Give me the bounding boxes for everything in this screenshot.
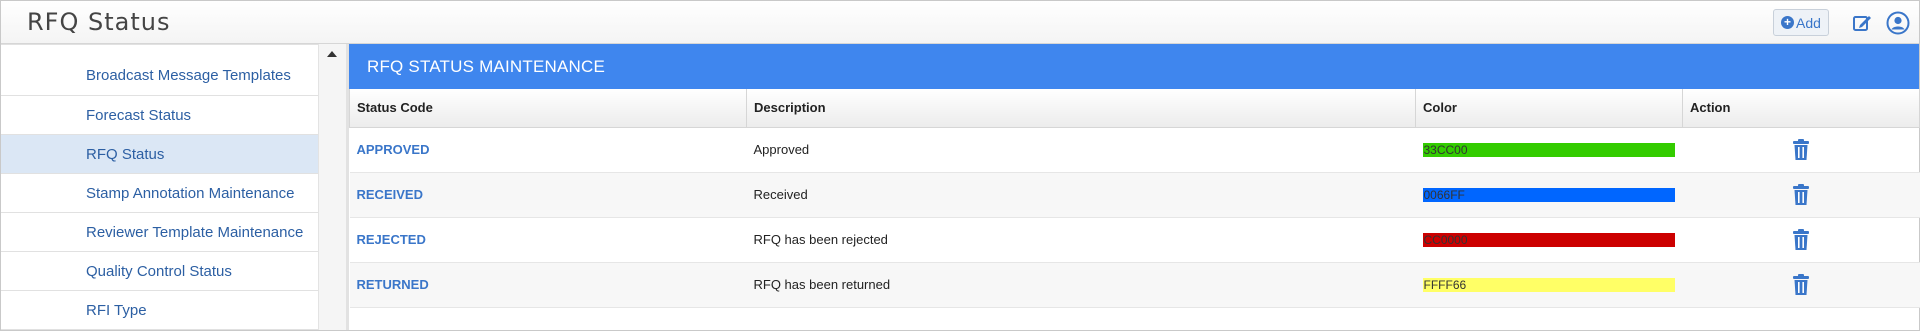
column-header-color[interactable]: Color bbox=[1415, 89, 1683, 128]
trash-icon[interactable] bbox=[1791, 183, 1811, 207]
scroll-up-arrow-icon[interactable] bbox=[327, 51, 337, 57]
table-row: REJECTED RFQ has been rejected CC0000 bbox=[349, 217, 1920, 263]
table-header-row: Status Code Description Color Action bbox=[349, 89, 1920, 128]
description-cell: Approved bbox=[746, 127, 1416, 173]
edit-icon[interactable] bbox=[1851, 12, 1873, 34]
status-code-link[interactable]: RECEIVED bbox=[357, 187, 423, 202]
status-table: Status Code Description Color Action APP… bbox=[349, 89, 1920, 308]
add-button[interactable]: + Add bbox=[1773, 9, 1829, 36]
trash-icon[interactable] bbox=[1791, 273, 1811, 297]
table-row: RETURNED RFQ has been returned FFFF66 bbox=[349, 262, 1920, 308]
sidebar-item-quality-control-status[interactable]: Quality Control Status bbox=[1, 252, 318, 291]
page-title: RFQ Status bbox=[27, 8, 171, 36]
status-code-link[interactable]: APPROVED bbox=[357, 142, 430, 157]
color-swatch[interactable]: 0066FF bbox=[1422, 187, 1675, 202]
sidebar-item-rfq-status[interactable]: RFQ Status bbox=[1, 135, 318, 174]
color-swatch[interactable]: CC0000 bbox=[1422, 232, 1675, 247]
column-header-action: Action bbox=[1682, 89, 1920, 128]
color-swatch[interactable]: 33CC00 bbox=[1422, 142, 1675, 157]
sidebar: Broadcast Message Templates Forecast Sta… bbox=[1, 44, 318, 330]
add-button-label: Add bbox=[1796, 14, 1821, 31]
description-cell: RFQ has been rejected bbox=[746, 217, 1416, 263]
sidebar-item-rfi-type[interactable]: RFI Type bbox=[1, 291, 318, 330]
sidebar-item-reviewer-template-maintenance[interactable]: Reviewer Template Maintenance bbox=[1, 213, 318, 252]
top-bar: RFQ Status + Add bbox=[1, 1, 1919, 44]
color-swatch[interactable]: FFFF66 bbox=[1422, 277, 1675, 292]
panel-title: RFQ STATUS MAINTENANCE bbox=[349, 44, 1919, 89]
trash-icon[interactable] bbox=[1791, 138, 1811, 162]
table-row: APPROVED Approved 33CC00 bbox=[349, 127, 1920, 173]
column-header-description[interactable]: Description bbox=[746, 89, 1416, 128]
description-cell: Received bbox=[746, 172, 1416, 218]
sidebar-item-forecast-status[interactable]: Forecast Status bbox=[1, 96, 318, 135]
sidebar-scrollbar[interactable] bbox=[318, 44, 346, 330]
sidebar-item-stamp-annotation-maintenance[interactable]: Stamp Annotation Maintenance bbox=[1, 174, 318, 213]
status-code-link[interactable]: RETURNED bbox=[357, 277, 429, 292]
trash-icon[interactable] bbox=[1791, 228, 1811, 252]
description-cell: RFQ has been returned bbox=[746, 262, 1416, 308]
plus-circle-icon: + bbox=[1781, 16, 1795, 29]
status-code-link[interactable]: REJECTED bbox=[357, 232, 426, 247]
table-row: RECEIVED Received 0066FF bbox=[349, 172, 1920, 218]
sidebar-item-broadcast-message-templates[interactable]: Broadcast Message Templates bbox=[1, 44, 318, 96]
sidebar-list: Broadcast Message Templates Forecast Sta… bbox=[1, 44, 318, 330]
column-header-status-code[interactable]: Status Code bbox=[349, 89, 747, 128]
user-icon[interactable] bbox=[1886, 11, 1910, 35]
